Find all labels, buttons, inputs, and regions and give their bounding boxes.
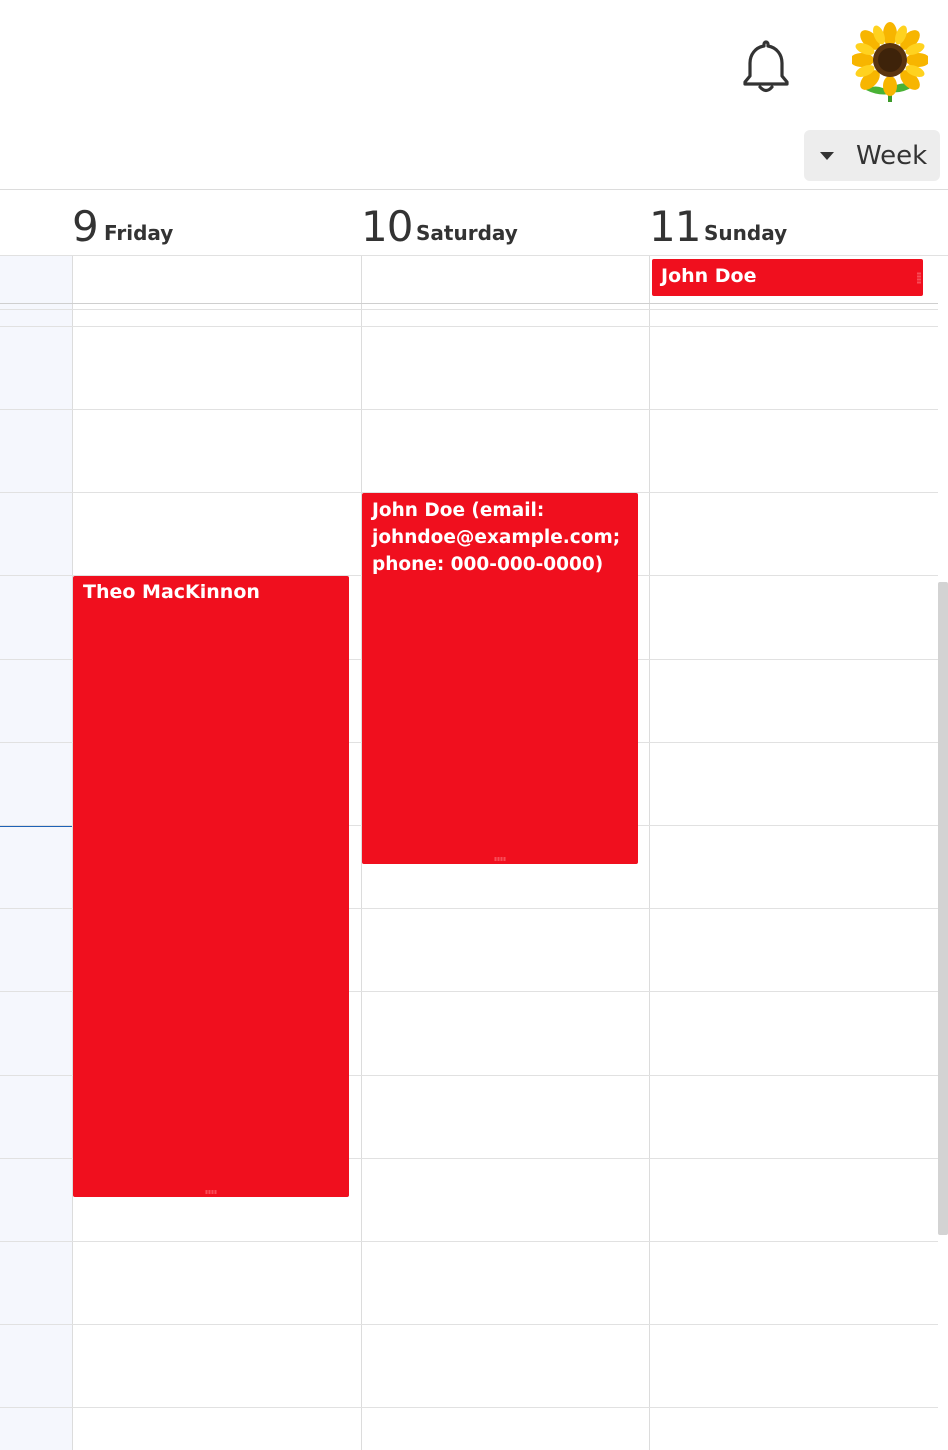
grid-line [0, 255, 948, 256]
day-number: 10 [361, 202, 413, 251]
view-selector-button[interactable]: Week [804, 130, 940, 181]
column-divider [649, 255, 650, 1450]
event-title: Theo MacKinnon [83, 581, 260, 603]
grid-line [0, 1407, 938, 1408]
time-gutter [0, 255, 72, 1450]
allday-divider [0, 303, 938, 304]
allday-event[interactable]: John Doe [652, 259, 923, 296]
grid-line [0, 309, 938, 310]
calendar-event[interactable]: Theo MacKinnon [73, 576, 349, 1197]
resize-handle[interactable] [494, 857, 506, 861]
grid-line [0, 326, 938, 327]
day-name: Friday [104, 221, 174, 245]
sunflower-icon[interactable] [850, 22, 930, 104]
caret-down-icon [820, 151, 834, 160]
resize-handle[interactable] [205, 1190, 217, 1194]
resize-handle[interactable] [917, 271, 921, 284]
event-title: John Doe [661, 265, 757, 287]
vertical-scrollbar[interactable] [938, 582, 948, 1235]
day-number: 9 [72, 202, 99, 251]
view-selector-label: Week [856, 140, 928, 171]
grid-line [0, 1324, 938, 1325]
day-header-friday[interactable]: 9 Friday [72, 190, 361, 256]
day-number: 11 [649, 202, 701, 251]
day-name: Sunday [704, 221, 788, 245]
current-time-indicator [0, 826, 72, 827]
day-header-saturday[interactable]: 10 Saturday [361, 190, 649, 256]
day-header-sunday[interactable]: 11 Sunday [649, 190, 938, 256]
bell-icon[interactable] [738, 36, 794, 96]
event-title: John Doe (email: johndoe@example.com; ph… [372, 500, 621, 575]
grid-line [0, 409, 938, 410]
day-name: Saturday [416, 221, 518, 245]
grid-line [0, 1241, 938, 1242]
calendar-event[interactable]: John Doe (email: johndoe@example.com; ph… [362, 493, 638, 864]
top-bar: Week [0, 0, 948, 190]
